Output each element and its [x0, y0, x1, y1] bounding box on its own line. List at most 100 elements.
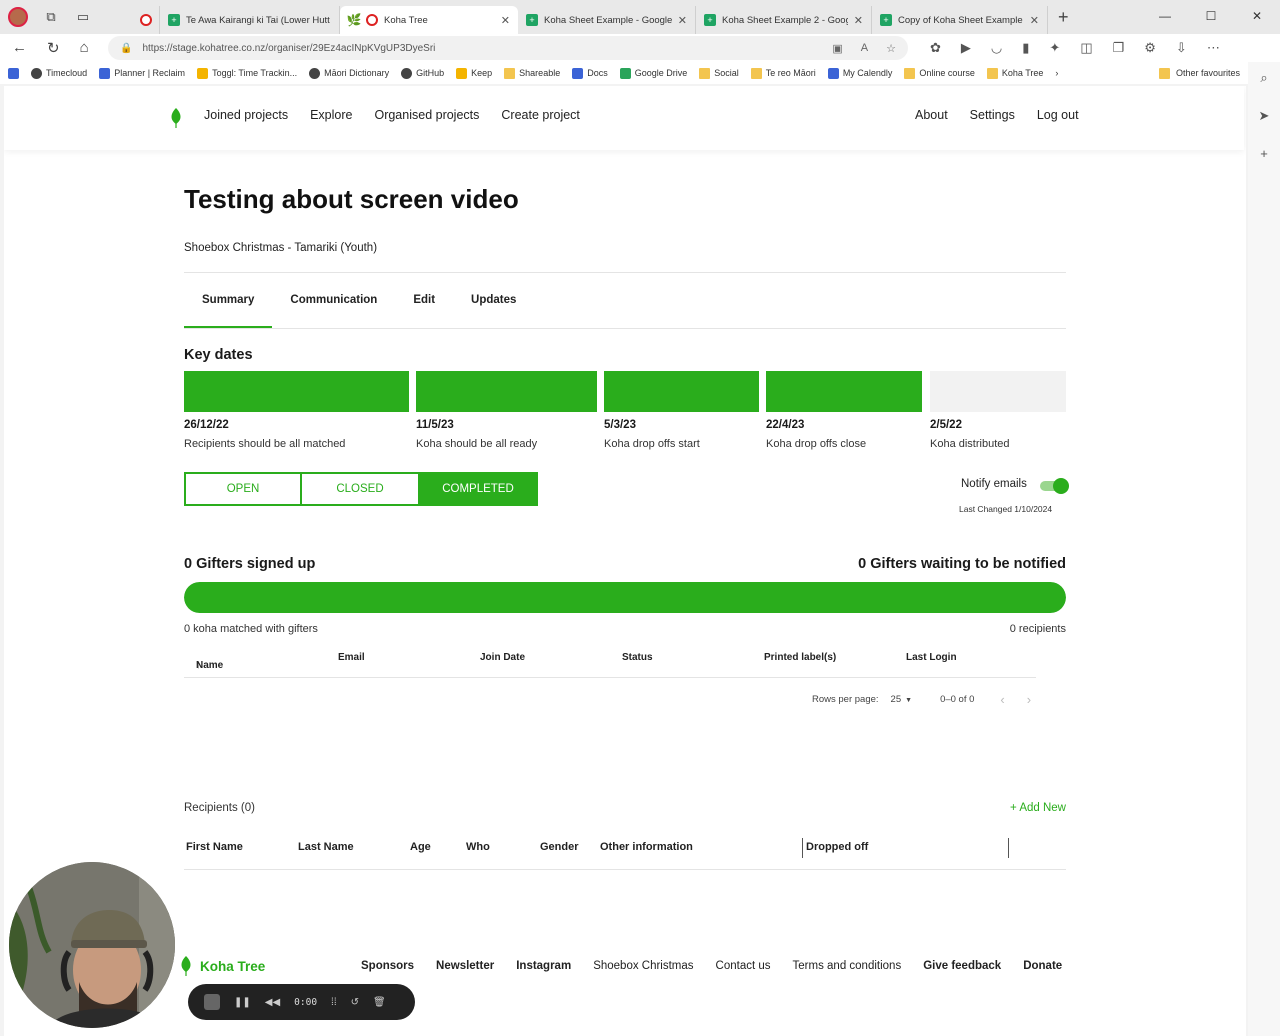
footer-brand[interactable]: Koha Tree — [200, 959, 265, 974]
footer-link-sponsors[interactable]: Sponsors — [361, 960, 414, 972]
bookmark-apps[interactable] — [8, 67, 19, 79]
tab-edit[interactable]: Edit — [395, 282, 453, 328]
column-printed-labels[interactable]: Printed label(s) — [764, 652, 836, 663]
rows-per-page-select[interactable]: 25 ▼ — [891, 694, 913, 705]
extension-icon[interactable]: ⚙ — [1144, 40, 1156, 56]
workspaces-icon[interactable]: ⧉ — [42, 8, 60, 26]
browser-tab-2[interactable]: + Koha Sheet Example - Google She ✕ — [518, 6, 696, 34]
status-open-button[interactable]: OPEN — [184, 472, 302, 506]
grid-icon[interactable]: ⁞⁞ — [331, 997, 337, 1008]
prev-page-icon[interactable]: ‹ — [1000, 692, 1004, 707]
bookmark-item[interactable]: My Calendly — [827, 67, 892, 79]
recording-tab[interactable] — [134, 6, 160, 34]
close-icon[interactable]: ✕ — [854, 14, 863, 27]
bookmark-item[interactable]: Te reo Māori — [750, 67, 816, 79]
browser-tab-4[interactable]: + Copy of Koha Sheet Example 3 - G ✕ — [872, 6, 1048, 34]
bookmark-item[interactable]: Shareable — [504, 67, 560, 79]
column-resize-handle[interactable] — [1008, 838, 1009, 858]
collections-icon[interactable]: ❐ — [1113, 40, 1125, 56]
browser-tab-0[interactable]: + Te Awa Kairangi ki Tai (Lower Hutt — [160, 6, 340, 34]
bookmark-item[interactable]: GitHub — [401, 67, 444, 79]
column-last-name[interactable]: Last Name — [298, 841, 354, 853]
more-icon[interactable]: ⋯ — [1207, 40, 1220, 56]
puzzle-icon[interactable]: ✦ — [1049, 40, 1060, 56]
home-icon[interactable]: ⌂ — [80, 39, 89, 57]
tab-summary[interactable]: Summary — [184, 282, 273, 328]
close-icon[interactable]: ✕ — [1030, 14, 1039, 27]
leaf-logo-icon[interactable] — [170, 108, 182, 128]
pause-icon[interactable]: ❚❚ — [234, 997, 251, 1008]
bookmark-item[interactable]: Docs — [572, 67, 608, 79]
tab-updates[interactable]: Updates — [453, 282, 534, 328]
next-page-icon[interactable]: › — [1027, 692, 1031, 707]
column-resize-handle[interactable] — [802, 838, 803, 858]
footer-link-newsletter[interactable]: Newsletter — [436, 960, 494, 972]
close-icon[interactable]: ✕ — [501, 14, 510, 27]
tab-communication[interactable]: Communication — [272, 282, 395, 328]
column-last-login[interactable]: Last Login — [906, 652, 957, 663]
trash-icon[interactable]: 🗑 — [373, 997, 386, 1008]
address-bar[interactable]: 🔒 https://stage.kohatree.co.nz/organiser… — [108, 36, 908, 60]
bookmark-item[interactable]: Koha Tree — [986, 67, 1043, 79]
minimize-icon[interactable]: — — [1142, 0, 1188, 32]
bookmark-item[interactable]: Online course — [904, 67, 975, 79]
column-email[interactable]: Email — [338, 652, 365, 663]
nav-settings[interactable]: Settings — [970, 108, 1015, 122]
split-screen-icon[interactable]: ◫ — [1080, 40, 1092, 56]
downloads-icon[interactable]: ⇩ — [1176, 40, 1187, 56]
column-first-name[interactable]: First Name — [186, 841, 243, 853]
column-age[interactable]: Age — [410, 841, 431, 853]
bookmark-item[interactable]: Google Drive — [619, 67, 687, 79]
nav-about[interactable]: About — [915, 108, 948, 122]
nav-create-project[interactable]: Create project — [501, 108, 580, 122]
nav-log-out[interactable]: Log out — [1037, 108, 1079, 122]
nav-organised-projects[interactable]: Organised projects — [374, 108, 479, 122]
camera-icon[interactable]: ▣ — [832, 42, 842, 55]
footer-link-give-feedback[interactable]: Give feedback — [923, 960, 1001, 972]
column-other-information[interactable]: Other information — [600, 841, 693, 853]
tab-actions-icon[interactable]: ▭ — [74, 8, 92, 26]
nav-joined-projects[interactable]: Joined projects — [204, 108, 288, 122]
notify-emails-toggle[interactable] — [1040, 478, 1069, 494]
footer-link-instagram[interactable]: Instagram — [516, 960, 571, 972]
pocket-icon[interactable]: ◡ — [991, 40, 1002, 56]
browser-tab-3[interactable]: + Koha Sheet Example 2 - Google S ✕ — [696, 6, 872, 34]
bookmarks-overflow[interactable]: › — [1055, 68, 1058, 78]
footer-link-shoebox-christmas[interactable]: Shoebox Christmas — [593, 960, 693, 972]
footer-link-contact-us[interactable]: Contact us — [716, 960, 771, 972]
read-aloud-icon[interactable]: A — [861, 42, 868, 54]
extension-icon[interactable]: ▮ — [1022, 40, 1029, 56]
rewind-icon[interactable]: ◀◀ — [265, 997, 280, 1008]
browser-tab-1[interactable]: 🌿 Koha Tree ✕ — [340, 6, 518, 34]
add-icon[interactable]: + — [1260, 146, 1268, 161]
stop-recording-button[interactable] — [204, 994, 220, 1010]
maximize-icon[interactable]: ☐ — [1188, 0, 1234, 32]
bookmark-item[interactable]: Māori Dictionary — [309, 67, 389, 79]
search-icon[interactable]: ⌕ — [1260, 70, 1267, 86]
footer-link-terms[interactable]: Terms and conditions — [793, 960, 902, 972]
restart-icon[interactable]: ↺ — [351, 997, 359, 1008]
profile-avatar[interactable] — [8, 7, 28, 27]
status-completed-button[interactable]: COMPLETED — [420, 472, 538, 506]
bookmark-item[interactable]: Keep — [456, 67, 492, 79]
column-status[interactable]: Status — [622, 652, 653, 663]
favorite-star-icon[interactable]: ☆ — [886, 42, 896, 55]
close-icon[interactable]: ✕ — [678, 14, 687, 27]
lock-icon[interactable]: 🔒 — [120, 43, 132, 54]
refresh-icon[interactable]: ↻ — [47, 39, 60, 57]
back-icon[interactable]: ← — [12, 39, 27, 57]
new-tab-icon[interactable]: + — [1058, 7, 1069, 28]
close-window-icon[interactable]: ✕ — [1234, 0, 1280, 32]
column-join-date[interactable]: Join Date — [480, 652, 525, 663]
column-who[interactable]: Who — [466, 841, 490, 853]
status-closed-button[interactable]: CLOSED — [302, 472, 420, 506]
bookmark-item[interactable]: Planner | Reclaim — [99, 67, 185, 79]
bookmark-item[interactable]: Social — [699, 67, 739, 79]
extension-icon[interactable]: ✿ — [930, 40, 941, 56]
bookmark-item[interactable]: Toggl: Time Trackin... — [197, 67, 297, 79]
bookmark-item[interactable]: Timecloud — [31, 67, 87, 79]
add-new-button[interactable]: + Add New — [1010, 802, 1066, 814]
extension-icon[interactable]: ▶ — [961, 40, 971, 56]
send-icon[interactable]: ➤ — [1259, 108, 1270, 124]
column-gender[interactable]: Gender — [540, 841, 579, 853]
